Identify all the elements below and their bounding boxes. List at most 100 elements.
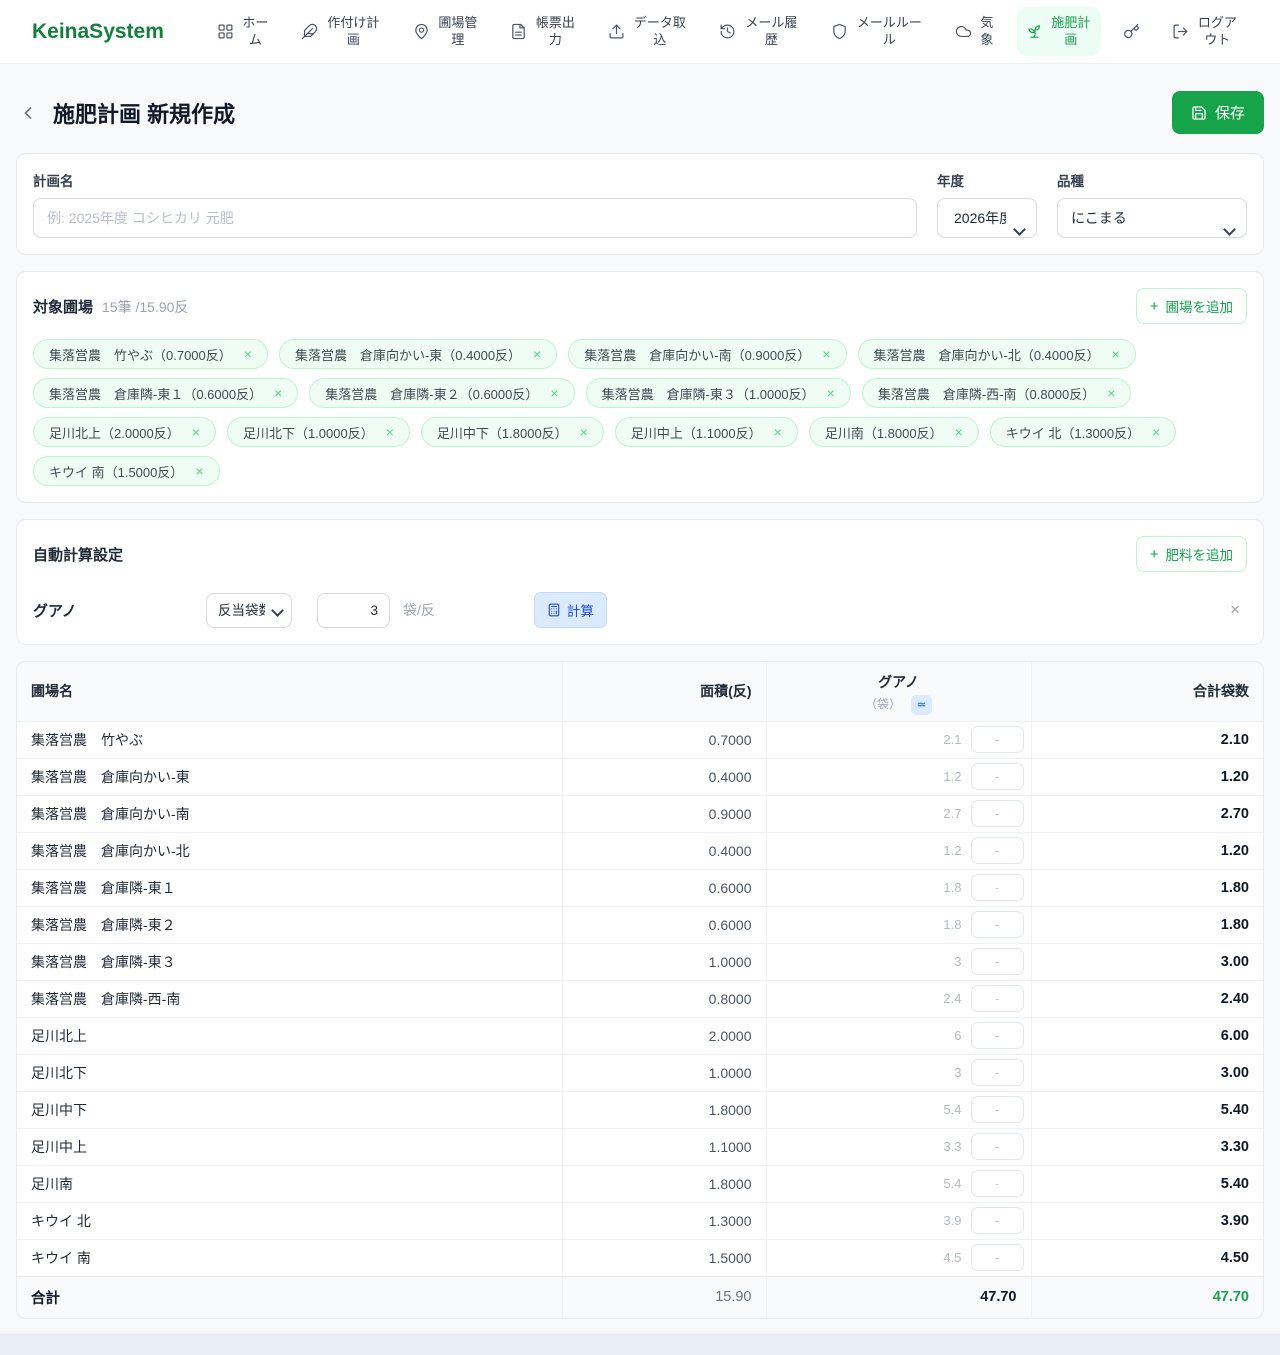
auto-calc-value: 3.9 bbox=[943, 1213, 961, 1228]
fertilization-table: 圃場名 面積(反) グアノ （袋） ≃ 合計袋数 集落営農 竹やぶ 0.7000 bbox=[17, 662, 1263, 1318]
area-cell: 2.0000 bbox=[562, 1017, 766, 1054]
field-chip-label: 足川北下（1.0000反） bbox=[243, 423, 374, 442]
save-button-label: 保存 bbox=[1215, 102, 1245, 123]
close-icon[interactable]: × bbox=[774, 425, 782, 439]
total-bags-cell: 5.40 bbox=[1031, 1091, 1263, 1128]
remove-fertilizer-icon[interactable]: × bbox=[1230, 600, 1247, 620]
field-name-cell: 足川北下 bbox=[17, 1054, 562, 1091]
nav-item-logout[interactable]: ログアウト bbox=[1163, 7, 1248, 57]
fertilizer-amount-input[interactable] bbox=[971, 1170, 1024, 1197]
nav-item-home[interactable]: ホーム bbox=[208, 7, 279, 57]
plus-icon: + bbox=[1150, 547, 1159, 562]
back-button[interactable] bbox=[16, 101, 40, 125]
close-icon[interactable]: × bbox=[1152, 425, 1160, 439]
fertilizer-amount-input[interactable] bbox=[971, 837, 1024, 864]
fertilizer-amount-input[interactable] bbox=[971, 948, 1024, 975]
add-field-button-label: 圃場を追加 bbox=[1166, 296, 1234, 316]
nav-item-data-import[interactable]: データ取込 bbox=[599, 7, 697, 57]
nav-item-field-management[interactable]: 圃場管理 bbox=[404, 7, 488, 57]
year-select[interactable]: 2026年度 bbox=[937, 198, 1037, 238]
add-field-button[interactable]: + 圃場を追加 bbox=[1136, 288, 1247, 324]
field-chip: 足川北下（1.0000反） × bbox=[227, 417, 410, 447]
table-row: 集落営農 倉庫隣-西-南 0.8000 2.4 2.40 bbox=[17, 980, 1263, 1017]
fertilizer-amount-input[interactable] bbox=[971, 726, 1024, 753]
nav-item-password[interactable] bbox=[1114, 15, 1149, 48]
total-bags-cell: 3.00 bbox=[1031, 1054, 1263, 1091]
close-icon[interactable]: × bbox=[955, 425, 963, 439]
nav-item-weather[interactable]: 気象 bbox=[946, 7, 1003, 57]
fertilizer-amount-input[interactable] bbox=[971, 1096, 1024, 1123]
field-chip-label: 足川中下（1.8000反） bbox=[437, 423, 568, 442]
close-icon[interactable]: × bbox=[244, 347, 252, 361]
total-bags-cell: 3.30 bbox=[1031, 1128, 1263, 1165]
target-fields-title: 対象圃場 bbox=[33, 296, 93, 317]
area-cell: 1.1000 bbox=[562, 1128, 766, 1165]
nav-item-cropping-plan[interactable]: 作付け計画 bbox=[292, 7, 390, 57]
nav-item-fertilization-plan[interactable]: 施肥計画 bbox=[1017, 7, 1101, 57]
amount-per-tan-input[interactable] bbox=[317, 593, 390, 628]
calculator-icon bbox=[547, 603, 561, 617]
plan-name-input[interactable] bbox=[33, 198, 917, 238]
fertilizer-amount-input[interactable] bbox=[971, 1133, 1024, 1160]
table-header-row: 圃場名 面積(反) グアノ （袋） ≃ 合計袋数 bbox=[17, 662, 1263, 721]
fertilizer-amount-input[interactable] bbox=[971, 874, 1024, 901]
fertilizer-amount-input[interactable] bbox=[971, 1022, 1024, 1049]
area-cell: 0.8000 bbox=[562, 980, 766, 1017]
fertilizer-name: グアノ bbox=[33, 600, 206, 621]
close-icon[interactable]: × bbox=[533, 347, 541, 361]
fertilizer-amount-input[interactable] bbox=[971, 1207, 1024, 1234]
auto-calc-value: 1.2 bbox=[943, 843, 961, 858]
add-fertilizer-button[interactable]: + 肥料を追加 bbox=[1136, 536, 1247, 572]
fertilizer-amount-input[interactable] bbox=[971, 800, 1024, 827]
field-name-cell: 集落営農 倉庫向かい-東 bbox=[17, 758, 562, 795]
calculate-button[interactable]: 計算 bbox=[534, 592, 607, 628]
total-fertilizer-cell: 47.70 bbox=[766, 1276, 1031, 1318]
variety-select[interactable]: にこまる bbox=[1057, 198, 1247, 238]
total-bags-cell: 2.70 bbox=[1031, 795, 1263, 832]
nav-item-mail-history[interactable]: メール履歴 bbox=[710, 7, 808, 57]
fertilizer-amount-input[interactable] bbox=[971, 763, 1024, 790]
area-cell: 0.4000 bbox=[562, 832, 766, 869]
fertilizer-amount-input[interactable] bbox=[971, 911, 1024, 938]
field-chip: 集落営農 倉庫隣-東１（0.6000反）× bbox=[33, 378, 298, 408]
field-name-cell: 足川中上 bbox=[17, 1128, 562, 1165]
close-icon[interactable]: × bbox=[386, 425, 394, 439]
close-icon[interactable]: × bbox=[1107, 386, 1115, 400]
calc-method-select[interactable]: 反当袋数 bbox=[206, 593, 292, 628]
top-navbar: KeinaSystem ホーム 作付け計画 圃場管理 帳票出力 データ取込 メー… bbox=[0, 0, 1280, 64]
area-cell: 0.6000 bbox=[562, 906, 766, 943]
brand-logo[interactable]: KeinaSystem bbox=[32, 20, 164, 44]
approx-toggle-badge[interactable]: ≃ bbox=[911, 695, 932, 716]
add-fertilizer-button-label: 肥料を追加 bbox=[1166, 544, 1234, 564]
close-icon[interactable]: × bbox=[1112, 347, 1120, 361]
calculate-button-label: 計算 bbox=[567, 600, 594, 620]
field-chip: キウイ 南（1.5000反）× bbox=[33, 456, 220, 486]
auto-calc-value: 3 bbox=[954, 954, 961, 969]
field-chip-label: 集落営農 倉庫隣-東２（0.6000反） bbox=[325, 384, 538, 403]
logout-icon bbox=[1172, 23, 1189, 40]
area-cell: 1.0000 bbox=[562, 943, 766, 980]
table-row: 集落営農 倉庫向かい-北 0.4000 1.2 1.20 bbox=[17, 832, 1263, 869]
close-icon[interactable]: × bbox=[822, 347, 830, 361]
nav-label: 気象 bbox=[979, 15, 994, 49]
fertilizer-amount-input[interactable] bbox=[971, 1059, 1024, 1086]
field-chip-label: 集落営農 倉庫向かい-南（0.9000反） bbox=[584, 345, 810, 364]
close-icon[interactable]: × bbox=[195, 464, 203, 478]
auto-calc-value: 3 bbox=[954, 1065, 961, 1080]
fertilizer-amount-input[interactable] bbox=[971, 1244, 1024, 1271]
close-icon[interactable]: × bbox=[550, 386, 558, 400]
nav-label: 帳票出力 bbox=[534, 15, 576, 49]
table-row: キウイ 北 1.3000 3.9 3.90 bbox=[17, 1202, 1263, 1239]
close-icon[interactable]: × bbox=[827, 386, 835, 400]
close-icon[interactable]: × bbox=[580, 425, 588, 439]
nav-item-mail-rules[interactable]: メールルール bbox=[822, 7, 933, 57]
target-fields-card: 対象圃場 15筆 /15.90反 + 圃場を追加 集落営農 竹やぶ（0.7000… bbox=[16, 271, 1264, 503]
total-bags-cell: 3.90 bbox=[1031, 1202, 1263, 1239]
nav-item-report-output[interactable]: 帳票出力 bbox=[501, 7, 585, 57]
nav-label: 作付け計画 bbox=[325, 15, 381, 49]
save-button[interactable]: 保存 bbox=[1172, 91, 1264, 134]
fertilizer-amount-input[interactable] bbox=[971, 985, 1024, 1012]
field-chip: 集落営農 倉庫向かい-北（0.4000反）× bbox=[858, 339, 1136, 369]
close-icon[interactable]: × bbox=[274, 386, 282, 400]
close-icon[interactable]: × bbox=[192, 425, 200, 439]
